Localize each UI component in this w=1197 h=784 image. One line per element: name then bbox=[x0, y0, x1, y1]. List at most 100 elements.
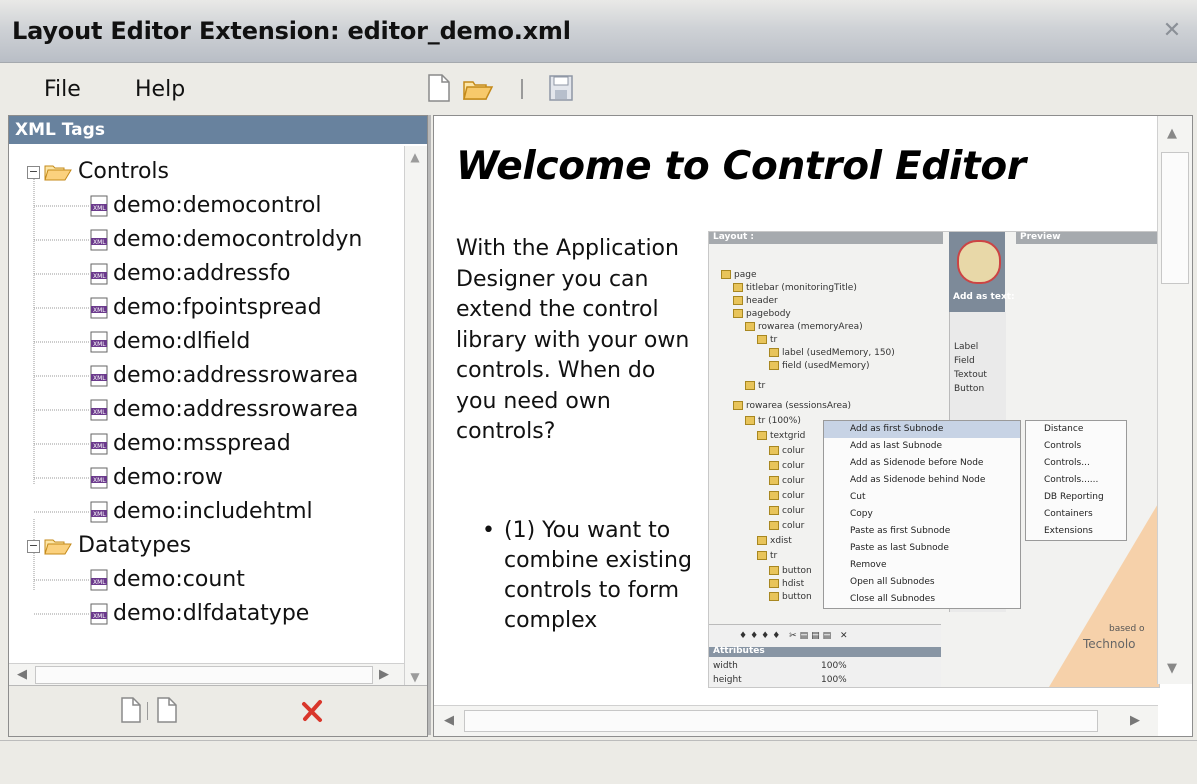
svg-text:XML: XML bbox=[93, 477, 106, 484]
svg-text:XML: XML bbox=[93, 409, 106, 416]
menu-file[interactable]: File bbox=[44, 77, 81, 102]
shot-tree-node: pagebody bbox=[733, 309, 791, 319]
open-folder-icon bbox=[44, 539, 72, 555]
shot-node-label: colur bbox=[782, 521, 805, 531]
bullet-text: (1) You want to combine existing control… bbox=[504, 518, 692, 633]
shot-side-header: Add as text: bbox=[949, 232, 1015, 312]
menu-help[interactable]: Help bbox=[135, 77, 185, 102]
svg-text:XML: XML bbox=[93, 613, 106, 620]
open-folder-icon bbox=[44, 165, 72, 181]
scroll-right-icon[interactable]: ▶ bbox=[1130, 713, 1140, 728]
tree-item[interactable]: XML demo:count bbox=[89, 564, 245, 596]
bullet-dot: • bbox=[482, 518, 495, 543]
scroll-right-icon[interactable]: ▶ bbox=[379, 667, 389, 682]
tree-item[interactable]: XML demo:dlfdatatype bbox=[89, 598, 309, 630]
content-hscroll-thumb[interactable] bbox=[464, 710, 1098, 732]
scroll-up-icon[interactable]: ▲ bbox=[1167, 126, 1177, 141]
scroll-down-icon[interactable]: ▼ bbox=[408, 670, 422, 684]
scroll-left-icon[interactable]: ◀ bbox=[444, 713, 454, 728]
shot-attr-label: Attributes bbox=[713, 646, 765, 656]
welcome-heading: Welcome to Control Editor bbox=[456, 144, 1026, 189]
close-icon[interactable]: ✕ bbox=[1161, 20, 1183, 42]
toolbar-separator bbox=[147, 702, 148, 720]
xml-file-icon: XML bbox=[90, 433, 108, 455]
shot-node-icon bbox=[745, 416, 755, 425]
shot-compass-icon bbox=[957, 240, 1001, 284]
shot-node-icon bbox=[757, 335, 767, 344]
new-document-icon[interactable] bbox=[426, 73, 452, 103]
tree-group-controls[interactable]: − Controls bbox=[27, 156, 169, 188]
tree-item[interactable]: XML demo:addressrowarea bbox=[89, 360, 358, 392]
shot-side-label: Button bbox=[954, 384, 985, 394]
tree-horizontal-scrollbar[interactable]: ◀ ▶ bbox=[9, 663, 404, 686]
tree-item-label: demo:includehtml bbox=[113, 499, 313, 524]
delete-icon[interactable] bbox=[301, 699, 325, 723]
shot-submenu-item: Distance bbox=[1044, 424, 1084, 434]
tree-item[interactable]: XML demo:democontrol bbox=[89, 190, 321, 222]
scroll-down-icon[interactable]: ▼ bbox=[1167, 661, 1177, 676]
tree-item-label: demo:fpointspread bbox=[113, 295, 322, 320]
shot-node-icon bbox=[769, 521, 779, 530]
shot-tree-node: tr bbox=[757, 551, 777, 561]
shot-node-label: textgrid bbox=[770, 431, 806, 441]
svg-text:XML: XML bbox=[93, 205, 106, 212]
shot-tree-node: colur bbox=[769, 506, 804, 516]
window-titlebar: Layout Editor Extension: editor_demo.xml… bbox=[0, 0, 1197, 63]
content-vertical-scrollbar[interactable]: ▲ ▼ bbox=[1157, 116, 1192, 684]
shot-node-label: colur bbox=[782, 506, 805, 516]
tree-toolbar bbox=[9, 685, 427, 736]
shot-layout-label: Layout : bbox=[713, 232, 755, 242]
open-folder-icon[interactable] bbox=[462, 73, 494, 103]
shot-preview-bar: Preview bbox=[1016, 232, 1159, 244]
xml-file-icon: XML bbox=[90, 195, 108, 217]
tree-item-label: demo:democontrol bbox=[113, 193, 322, 218]
tree-hscroll-thumb[interactable] bbox=[35, 666, 373, 684]
tree-item-label: demo:addressrowarea bbox=[113, 363, 359, 388]
tree-item[interactable]: XML demo:includehtml bbox=[89, 496, 313, 528]
shot-node-icon bbox=[769, 461, 779, 470]
svg-text:XML: XML bbox=[93, 375, 106, 382]
shot-tree-node: textgrid bbox=[757, 431, 805, 441]
tree-item[interactable]: XML demo:addressfo bbox=[89, 258, 290, 290]
shot-attr-width-name: width bbox=[713, 661, 738, 671]
shot-node-label: tr bbox=[770, 335, 778, 345]
svg-text:XML: XML bbox=[93, 307, 106, 314]
shot-node-icon bbox=[733, 309, 743, 318]
shot-context-item: Add as Sidenode behind Node bbox=[850, 475, 986, 485]
tree-group-datatypes[interactable]: − Datatypes bbox=[27, 530, 191, 562]
shot-node-label: button bbox=[782, 592, 812, 602]
content-vscroll-thumb[interactable] bbox=[1161, 152, 1189, 284]
add-sibling-icon[interactable] bbox=[155, 696, 179, 724]
collapse-toggle-icon[interactable]: − bbox=[27, 539, 40, 553]
toolbar-separator bbox=[521, 79, 523, 99]
shot-tree-node: rowarea (sessionsArea) bbox=[733, 401, 851, 411]
scroll-left-icon[interactable]: ◀ bbox=[17, 667, 27, 682]
tree-item[interactable]: XML demo:addressrowarea bbox=[89, 394, 358, 426]
collapse-toggle-icon[interactable]: − bbox=[27, 165, 40, 179]
tree-item[interactable]: XML demo:row bbox=[89, 462, 223, 494]
shot-context-menu: Add as first Subnode Add as last Subnode A… bbox=[823, 420, 1021, 609]
tree-item[interactable]: XML demo:msspread bbox=[89, 428, 291, 460]
tree-item[interactable]: XML demo:fpointspread bbox=[89, 292, 322, 324]
tree-item[interactable]: XML demo:dlfield bbox=[89, 326, 250, 358]
save-icon[interactable] bbox=[547, 73, 575, 103]
xml-file-icon: XML bbox=[90, 331, 108, 353]
shot-attr-height-name: height bbox=[713, 675, 742, 685]
shot-node-label: xdist bbox=[770, 536, 792, 546]
shot-node-label: pagebody bbox=[746, 309, 791, 319]
bullet-item: • (1) You want to combine existing contr… bbox=[482, 516, 704, 636]
shot-node-icon bbox=[769, 566, 779, 575]
tree-item[interactable]: XML demo:democontroldyn bbox=[89, 224, 362, 256]
shot-node-icon bbox=[733, 401, 743, 410]
content-horizontal-scrollbar[interactable]: ◀ ▶ bbox=[434, 705, 1158, 736]
shot-based-on: based o bbox=[1109, 624, 1145, 634]
scroll-up-icon[interactable]: ▲ bbox=[408, 150, 422, 164]
shot-node-icon bbox=[745, 322, 755, 331]
tree-vertical-scrollbar[interactable]: ▲ ▼ bbox=[404, 146, 427, 686]
panel-splitter[interactable] bbox=[428, 115, 431, 735]
shot-side-label: Label bbox=[954, 342, 979, 352]
tree-group-label: Datatypes bbox=[78, 533, 192, 558]
add-node-icon[interactable] bbox=[119, 696, 143, 724]
xml-file-icon: XML bbox=[90, 399, 108, 421]
xml-file-icon: XML bbox=[90, 263, 108, 285]
